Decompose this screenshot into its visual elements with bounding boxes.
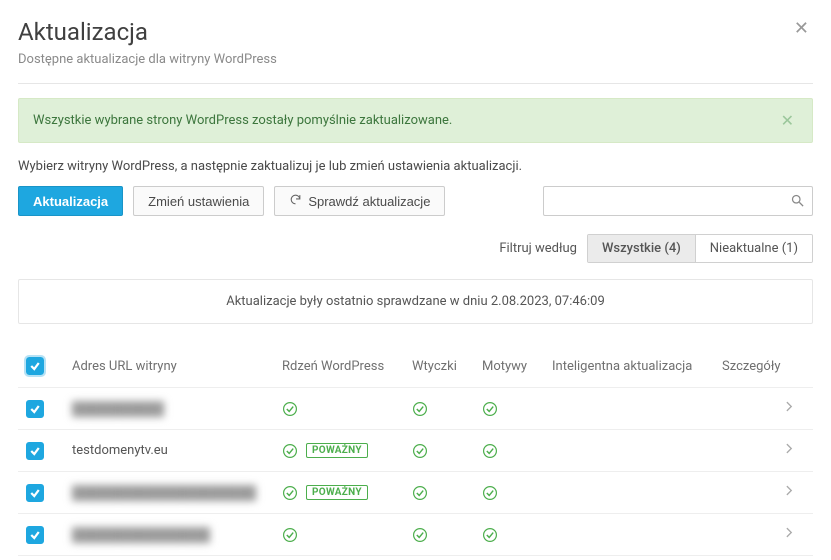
details-chevron-icon[interactable] (786, 485, 805, 500)
table-row: ████████████████████ POWAŻNY (18, 472, 813, 514)
check-circle-icon (282, 443, 298, 459)
check-circle-icon (282, 401, 298, 417)
update-button[interactable]: Aktualizacja (18, 186, 123, 216)
alert-close-icon[interactable]: ✕ (777, 111, 798, 130)
check-updates-button[interactable]: Sprawdź aktualizacje (274, 186, 445, 216)
col-core: Rdzeń WordPress (282, 359, 412, 374)
check-updates-label: Sprawdź aktualizacje (308, 194, 430, 209)
col-plugins: Wtyczki (412, 359, 482, 374)
filter-row: Filtruj według Wszystkie (4) Nieaktualne… (18, 234, 813, 263)
check-circle-icon (482, 485, 498, 501)
table-row: ██████████ (18, 388, 813, 430)
change-settings-button[interactable]: Zmień ustawienia (133, 186, 264, 216)
filter-outdated[interactable]: Nieaktualne (1) (695, 235, 812, 262)
row-checkbox[interactable] (26, 526, 44, 544)
refresh-icon (289, 193, 302, 209)
filter-all[interactable]: Wszystkie (4) (588, 235, 695, 262)
search-icon[interactable] (790, 193, 805, 212)
alert-text: Wszystkie wybrane strony WordPress zosta… (33, 113, 777, 128)
filter-label: Filtruj według (499, 241, 577, 256)
check-circle-icon (482, 401, 498, 417)
row-checkbox[interactable] (26, 442, 44, 460)
modal-title: Aktualizacja (18, 18, 790, 46)
table-row: testdomenytv.eu POWAŻNY (18, 430, 813, 472)
col-themes: Motywy (482, 359, 552, 374)
search-field[interactable] (543, 186, 813, 216)
success-alert: Wszystkie wybrane strony WordPress zosta… (18, 98, 813, 143)
severity-badge: POWAŻNY (306, 485, 368, 500)
modal-subtitle: Dostępne aktualizacje dla witryny WordPr… (18, 52, 790, 67)
filter-segment: Wszystkie (4) Nieaktualne (1) (587, 234, 813, 263)
details-chevron-icon[interactable] (786, 527, 805, 542)
check-circle-icon (482, 443, 498, 459)
check-circle-icon (282, 527, 298, 543)
last-checked-banner: Aktualizacje były ostatnio sprawdzane w … (18, 279, 813, 324)
site-url[interactable]: testdomenytv.eu (72, 443, 168, 458)
site-url[interactable]: ████████████████████ (72, 485, 256, 501)
details-chevron-icon[interactable] (786, 443, 805, 458)
divider (18, 83, 813, 84)
update-modal: Aktualizacja Dostępne aktualizacje dla w… (0, 0, 831, 556)
check-circle-icon (282, 485, 298, 501)
col-url: Adres URL witryny (72, 359, 282, 374)
sites-table: Adres URL witryny Rdzeń WordPress Wtyczk… (18, 346, 813, 556)
select-all-checkbox[interactable] (26, 357, 44, 375)
toolbar: Aktualizacja Zmień ustawienia Sprawdź ak… (18, 186, 813, 216)
table-header: Adres URL witryny Rdzeń WordPress Wtyczk… (18, 346, 813, 388)
severity-badge: POWAŻNY (306, 443, 368, 458)
col-details: Szczegóły (722, 359, 805, 374)
instruction-text: Wybierz witryny WordPress, a następnie z… (18, 159, 813, 174)
check-circle-icon (412, 485, 428, 501)
table-row: ███████████████ (18, 514, 813, 556)
site-url[interactable]: ███████████████ (72, 527, 210, 543)
details-chevron-icon[interactable] (786, 401, 805, 416)
search-input[interactable] (543, 186, 813, 216)
modal-header: Aktualizacja Dostępne aktualizacje dla w… (18, 18, 813, 67)
row-checkbox[interactable] (26, 400, 44, 418)
check-circle-icon (412, 443, 428, 459)
check-circle-icon (482, 527, 498, 543)
col-smart: Inteligentna aktualizacja (552, 359, 722, 374)
site-url[interactable]: ██████████ (72, 401, 164, 417)
check-circle-icon (412, 527, 428, 543)
check-circle-icon (412, 401, 428, 417)
row-checkbox[interactable] (26, 484, 44, 502)
close-icon[interactable]: ✕ (790, 18, 813, 40)
